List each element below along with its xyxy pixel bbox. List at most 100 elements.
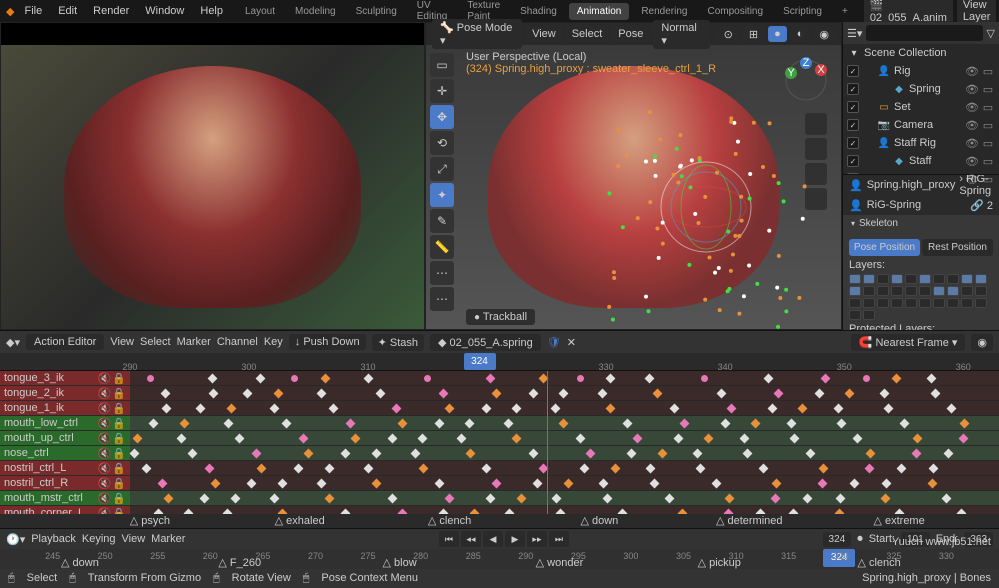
layer-toggle[interactable] xyxy=(891,274,903,284)
keyframe[interactable] xyxy=(805,449,815,459)
keyframe[interactable] xyxy=(692,449,702,459)
keyframe[interactable] xyxy=(580,464,590,474)
keyframe[interactable] xyxy=(929,464,939,474)
keyframe[interactable] xyxy=(833,404,843,414)
keyframe[interactable] xyxy=(320,374,330,384)
lock-icon[interactable]: 🔒 xyxy=(112,492,126,505)
channel-tongue_3_ik[interactable]: tongue_3_ik🔇🔒 xyxy=(0,371,130,386)
editor-mode[interactable]: Action Editor xyxy=(26,334,104,350)
tl-marker-F_260[interactable]: △ F_260 xyxy=(218,556,261,569)
tool-measure[interactable]: 📏 xyxy=(430,235,454,259)
tab-sculpting[interactable]: Sculpting xyxy=(348,3,405,20)
restrict-icon[interactable]: ▭ xyxy=(981,173,995,186)
keyframe[interactable] xyxy=(371,449,381,459)
keyframe[interactable] xyxy=(435,479,445,489)
filter-icon[interactable]: ▽ xyxy=(987,27,995,40)
layer-toggle[interactable] xyxy=(905,274,917,284)
keyframe[interactable] xyxy=(257,464,267,474)
layer-toggle[interactable] xyxy=(975,274,987,284)
keyframe[interactable] xyxy=(563,479,573,489)
eye-icon[interactable]: 👁 xyxy=(965,137,979,150)
channel-tongue_2_ik[interactable]: tongue_2_ik🔇🔒 xyxy=(0,386,130,401)
tab-animation[interactable]: Animation xyxy=(569,3,629,20)
keyframe[interactable] xyxy=(610,464,620,474)
track[interactable] xyxy=(130,386,999,401)
keyframe[interactable] xyxy=(720,419,730,429)
tool-rotate[interactable]: ⟲ xyxy=(430,131,454,155)
tl-menu-playback[interactable]: Playback xyxy=(31,533,76,545)
keyframe[interactable] xyxy=(835,494,845,504)
keyframe[interactable] xyxy=(551,404,561,414)
keyframe[interactable] xyxy=(163,494,173,504)
channel-mouth_mstr_ctrl[interactable]: mouth_mstr_ctrl🔇🔒 xyxy=(0,491,130,506)
keyframe[interactable] xyxy=(329,404,339,414)
tl-marker-wonder[interactable]: △ wonder xyxy=(536,556,584,569)
shading-solid[interactable]: ● xyxy=(768,26,787,42)
keyframe[interactable] xyxy=(927,374,937,384)
mute-icon[interactable]: 🔇 xyxy=(98,372,112,385)
keyframe[interactable] xyxy=(324,494,334,504)
track[interactable] xyxy=(130,461,999,476)
keyframe[interactable] xyxy=(274,389,284,399)
lock-icon[interactable]: 🔒 xyxy=(112,447,126,460)
mute-icon[interactable]: 🔇 xyxy=(98,462,112,475)
keyframe[interactable] xyxy=(626,449,636,459)
tab-layout[interactable]: Layout xyxy=(237,3,283,20)
keyframe[interactable] xyxy=(559,389,569,399)
keyframe[interactable] xyxy=(911,449,921,459)
layer-toggle[interactable] xyxy=(919,286,931,296)
layer-toggle[interactable] xyxy=(905,286,917,296)
layer-toggle[interactable] xyxy=(933,286,945,296)
keyframe[interactable] xyxy=(866,449,876,459)
restrict-icon[interactable]: ▭ xyxy=(981,155,995,168)
checkbox-icon[interactable]: ✓ xyxy=(847,83,859,95)
keyframe[interactable] xyxy=(223,419,233,429)
keyframe[interactable] xyxy=(465,449,475,459)
outliner-item-rig[interactable]: ✓👤Rig👁▭ xyxy=(843,62,999,80)
overlay-toggle[interactable]: ⊙ xyxy=(718,26,739,43)
keyframe[interactable] xyxy=(803,494,813,504)
keyframe[interactable] xyxy=(863,375,870,382)
marker-clench[interactable]: △ clench xyxy=(428,514,471,527)
mute-icon[interactable]: 🔇 xyxy=(98,492,112,505)
layer-toggle[interactable] xyxy=(947,298,959,308)
layer-toggle[interactable] xyxy=(863,310,875,320)
keyframe[interactable] xyxy=(516,494,526,504)
keyframe[interactable] xyxy=(790,434,800,444)
track[interactable] xyxy=(130,491,999,506)
lock-icon[interactable]: 🔒 xyxy=(112,462,126,475)
outliner-mode-icon[interactable]: ☰▾ xyxy=(847,27,862,40)
play-button[interactable]: ▶ xyxy=(505,531,525,547)
keyframe[interactable] xyxy=(482,404,492,414)
eye-icon[interactable]: 👁 xyxy=(965,83,979,96)
channel-nostril_ctrl_L[interactable]: nostril_ctrl_L🔇🔒 xyxy=(0,461,130,476)
scene-collection-row[interactable]: ▾ Scene Collection xyxy=(843,44,999,62)
menu-file[interactable]: File xyxy=(18,3,48,19)
tab-compositing[interactable]: Compositing xyxy=(699,3,771,20)
keyframe[interactable] xyxy=(892,374,902,384)
keyframe[interactable] xyxy=(418,434,428,444)
channel-mouth_corner_L[interactable]: mouth_corner_L🔇🔒 xyxy=(0,506,130,514)
eye-icon[interactable]: 👁 xyxy=(965,155,979,168)
lock-icon[interactable]: 🔒 xyxy=(112,417,126,430)
checkbox-icon[interactable]: ✓ xyxy=(847,101,859,113)
keyframe[interactable] xyxy=(712,479,722,489)
tool-cursor[interactable]: ✛ xyxy=(430,79,454,103)
keyframe[interactable] xyxy=(931,389,941,399)
keyframe[interactable] xyxy=(133,434,143,444)
tl-marker-clench[interactable]: △ clench xyxy=(857,556,900,569)
track[interactable] xyxy=(130,476,999,491)
outliner-item-staff[interactable]: ✓◆Staff👁▭ xyxy=(843,152,999,170)
keyframe[interactable] xyxy=(492,389,502,399)
nav-gizmo[interactable]: X Z Y xyxy=(781,55,831,105)
timeline-body[interactable]: 324 245250255260265270275280285290295300… xyxy=(0,549,999,569)
stash-button[interactable]: ✦ Stash xyxy=(372,334,424,351)
keyframe[interactable] xyxy=(398,419,408,429)
keyframe[interactable] xyxy=(602,494,612,504)
camera-icon[interactable] xyxy=(805,163,827,185)
keyframe[interactable] xyxy=(657,449,667,459)
tool-transform[interactable]: ✦ xyxy=(430,183,454,207)
keyframe[interactable] xyxy=(204,464,214,474)
layer-toggle[interactable] xyxy=(961,298,973,308)
mute-icon[interactable]: 🔇 xyxy=(98,432,112,445)
